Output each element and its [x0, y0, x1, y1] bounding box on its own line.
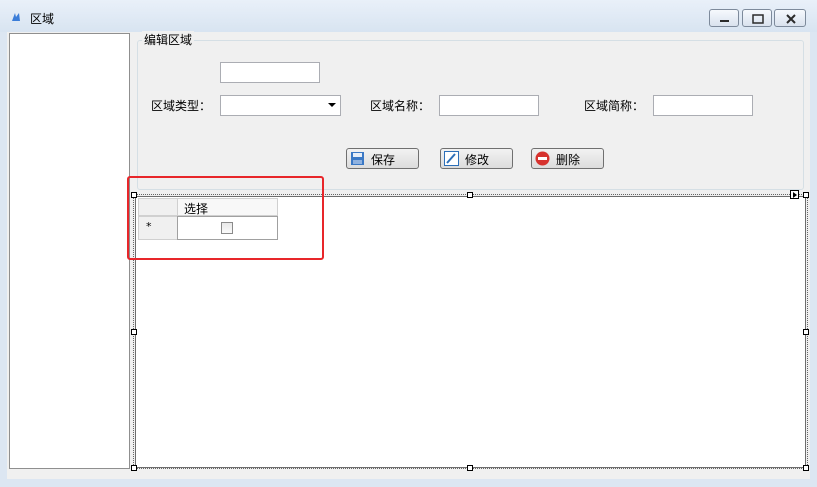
resize-handle[interactable]: [131, 329, 137, 335]
save-icon: [351, 152, 364, 165]
maximize-button[interactable]: [742, 9, 772, 27]
resize-handle[interactable]: [467, 192, 473, 198]
close-icon: [786, 14, 796, 24]
edit-label: 修改: [465, 153, 490, 167]
delete-button[interactable]: 删除: [531, 148, 604, 169]
highlight-box: [127, 176, 324, 260]
maximize-icon: [752, 14, 764, 24]
delete-label: 删除: [556, 153, 581, 167]
edit-icon: [444, 151, 459, 166]
chevron-right-icon: [793, 192, 797, 198]
close-button[interactable]: [774, 9, 806, 27]
app-icon: [12, 13, 20, 21]
resize-handle[interactable]: [803, 192, 809, 198]
area-name-label: 区域名称：: [370, 99, 431, 113]
tree-panel[interactable]: [9, 33, 130, 469]
area-abbr-input[interactable]: [653, 95, 753, 116]
area-abbr-label: 区域简称：: [584, 99, 645, 113]
save-label: 保存: [371, 153, 396, 167]
area-type-dropdown[interactable]: [220, 95, 341, 116]
save-button[interactable]: 保存: [346, 148, 419, 169]
groupbox-title: 编辑区域: [142, 31, 195, 48]
resize-handle[interactable]: [803, 465, 809, 471]
delete-icon: [535, 151, 550, 166]
window-title: 区域: [30, 12, 55, 26]
minimize-icon: [720, 20, 729, 22]
edit-button[interactable]: 修改: [440, 148, 513, 169]
minimize-button[interactable]: [709, 9, 739, 27]
area-type-label: 区域类型：: [151, 99, 212, 113]
area-name-input[interactable]: [439, 95, 539, 116]
top-textbox[interactable]: [220, 62, 320, 83]
resize-handle[interactable]: [467, 465, 473, 471]
resize-handle[interactable]: [131, 465, 137, 471]
resize-handle[interactable]: [803, 329, 809, 335]
window-titlebar: [0, 0, 817, 32]
chevron-down-icon: [328, 103, 336, 107]
